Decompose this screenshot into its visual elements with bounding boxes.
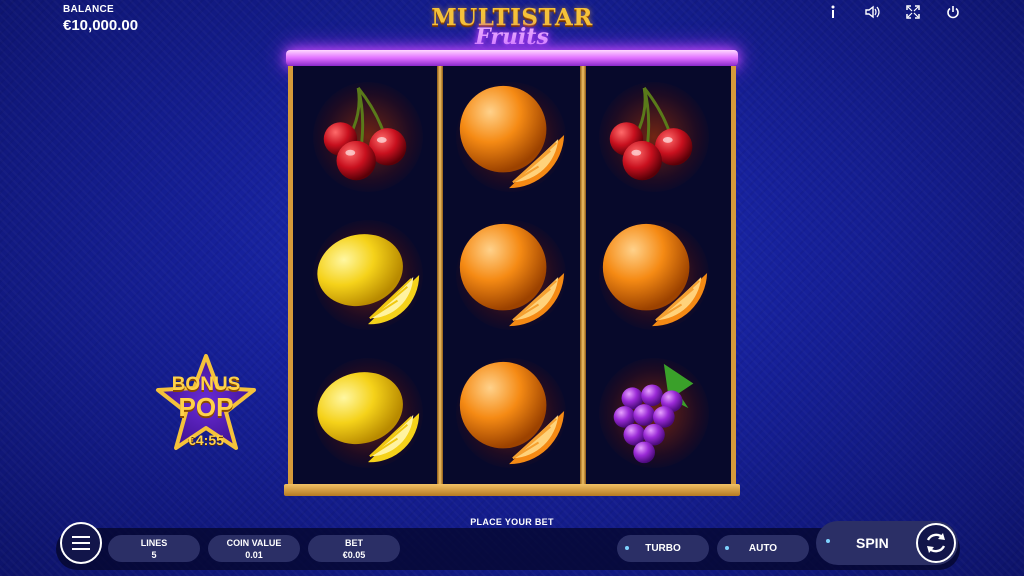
coin-value-selector[interactable]: COIN VALUE 0.01 [208,535,300,562]
reel-divider [437,66,443,490]
turbo-label: TURBO [645,543,681,554]
spin-indicator-icon [826,539,830,543]
refresh-icon [926,533,946,553]
reel-1 [302,68,434,482]
fullscreen-icon[interactable] [902,4,924,20]
reel-symbol-orange [445,344,577,482]
turbo-button[interactable]: TURBO [617,535,709,562]
hamburger-icon [72,542,90,544]
lines-value: 5 [151,550,157,560]
bet-value: €0.05 [342,550,366,560]
lemon-icon [317,234,420,325]
auto-indicator-icon [725,546,729,550]
turbo-indicator-icon [625,546,629,550]
coin-value-label: COIN VALUE [226,538,282,548]
reel-symbol-orange [588,206,720,344]
reel-symbol-lemon [302,344,434,482]
bonus-amount: €4:55 [188,432,224,448]
orange-icon [459,223,565,327]
spin-button[interactable]: SPIN [816,521,958,565]
orange-icon [459,361,565,465]
reel-symbol-grapes [588,344,720,482]
pop-label: POP [178,392,234,422]
auto-label: AUTO [748,543,778,554]
coin-value-value: 0.01 [245,550,263,560]
grapes-icon [613,363,694,464]
cherries-icon [323,86,407,181]
lemon-icon [317,372,420,463]
auto-button[interactable]: AUTO [717,535,809,562]
bet-label: BET [345,538,363,548]
reel-symbol-cherries [588,68,720,206]
sound-icon[interactable] [862,4,884,20]
top-toolbar [822,4,964,20]
spin-label: SPIN [856,535,889,551]
reel-symbol-orange [445,68,577,206]
balance-display: BALANCE €10,000.00 [63,4,138,34]
orange-icon [459,85,565,189]
reel-3 [588,68,720,482]
orange-icon [602,223,708,327]
reel-symbol-orange [445,206,577,344]
spin-circle-button[interactable] [916,523,956,563]
reel-divider [580,66,586,490]
power-icon[interactable] [942,4,964,20]
reel-2 [445,68,577,482]
balance-label: BALANCE [63,4,114,15]
neon-top-bar [286,50,738,66]
bonus-pop-badge[interactable]: BONUS POP €4:55 [150,352,262,456]
cherries-icon [609,86,693,181]
bet-selector[interactable]: BET €0.05 [308,535,400,562]
reel-frame-bottom [284,484,740,496]
lines-label: LINES [140,538,168,548]
reel-symbol-lemon [302,206,434,344]
menu-button[interactable] [60,522,102,564]
info-icon[interactable] [822,4,844,20]
balance-value: €10,000.00 [63,17,139,34]
reel-symbol-cherries [302,68,434,206]
lines-selector[interactable]: LINES 5 [108,535,200,562]
